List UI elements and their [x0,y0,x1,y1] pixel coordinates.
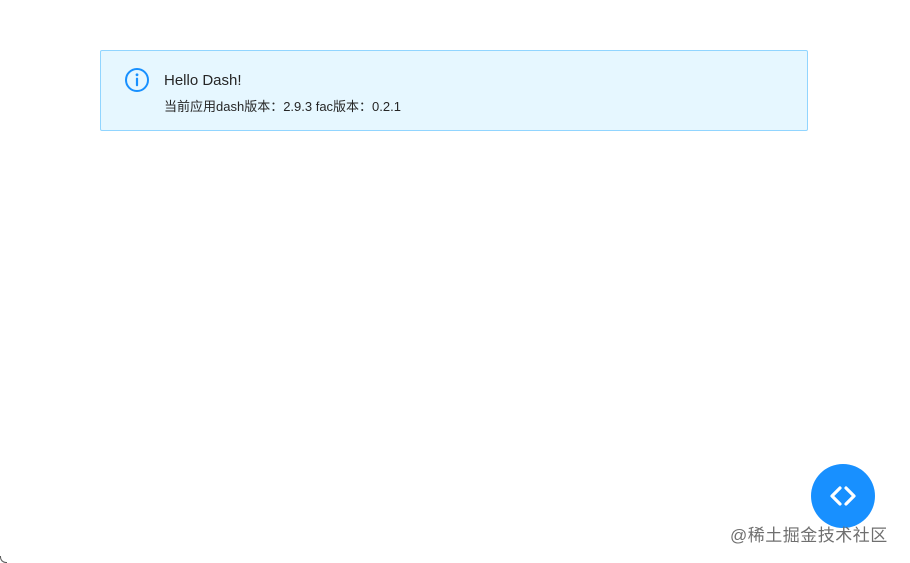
info-circle-icon [124,67,150,93]
alert-title: Hello Dash! [164,72,242,89]
info-alert: Hello Dash! 当前应用dash版本：2.9.3 fac版本：0.2.1 [100,50,808,131]
page: Hello Dash! 当前应用dash版本：2.9.3 fac版本：0.2.1… [0,0,910,563]
alert-description: 当前应用dash版本：2.9.3 fac版本：0.2.1 [164,99,401,114]
watermark: @稀土掘金技术社区 [730,526,888,545]
code-toggle-button[interactable] [811,464,875,528]
